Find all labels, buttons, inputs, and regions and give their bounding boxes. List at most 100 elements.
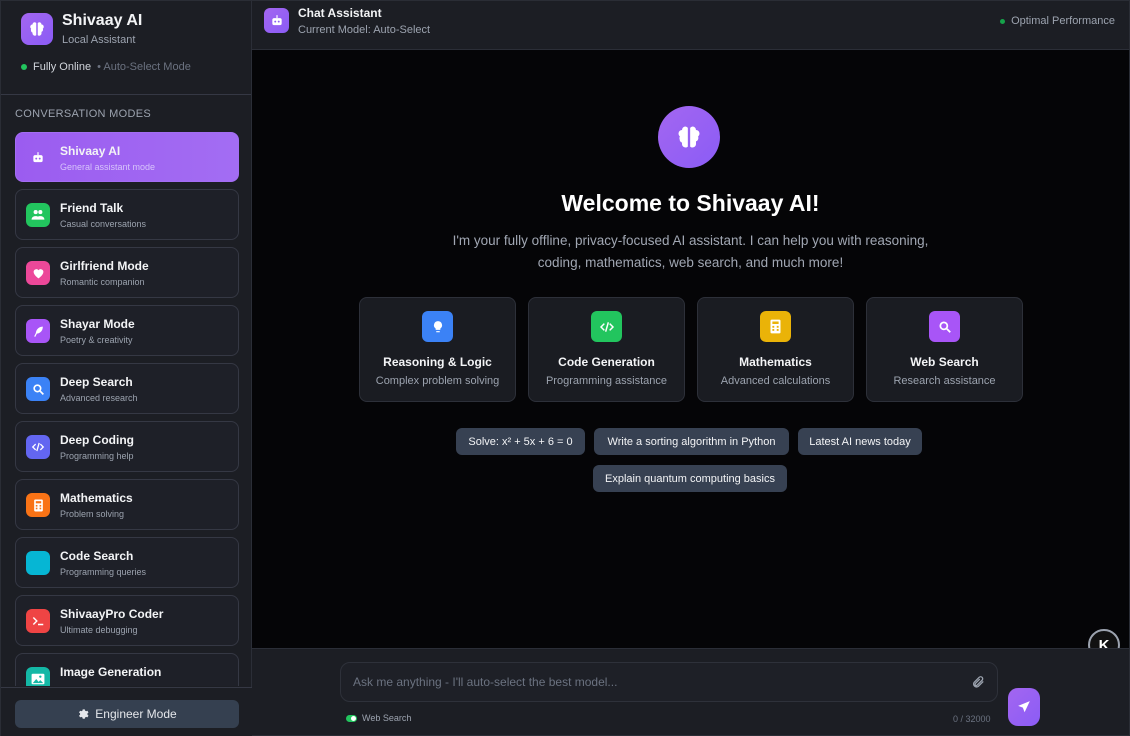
- sidebar-mode-mathematics[interactable]: Mathematics Problem solving: [15, 479, 239, 530]
- feature-desc: Programming assistance: [545, 375, 668, 387]
- welcome-intro-line-2: coding, mathematics, web search, and muc…: [537, 255, 844, 270]
- feature-title: Mathematics: [739, 355, 812, 369]
- lightbulb-icon: [422, 311, 453, 342]
- engineer-mode-label: Engineer Mode: [95, 707, 177, 721]
- mode-name: Girlfriend Mode: [60, 259, 149, 273]
- feature-desc: Research assistance: [893, 375, 996, 387]
- mode-name: Deep Search: [60, 375, 133, 389]
- mode-description: Advanced research: [60, 393, 138, 403]
- character-counter: 0 / 32000: [953, 714, 991, 724]
- feature-card-code[interactable]: Code Generation Programming assistance: [528, 297, 685, 402]
- terminal-icon: [26, 609, 50, 633]
- online-dot-icon: [21, 64, 27, 70]
- users-icon: [26, 203, 50, 227]
- heart-icon: [26, 261, 50, 285]
- search-icon: [929, 311, 960, 342]
- robot-icon: [26, 146, 50, 170]
- gear-icon: [79, 709, 89, 719]
- sidebar-mode-image-generation[interactable]: Image Generation: [15, 653, 239, 686]
- suggestion-chip[interactable]: Latest AI news today: [798, 428, 922, 455]
- toggle-switch-icon[interactable]: [346, 714, 357, 722]
- top-bar: Chat Assistant Current Model: Auto-Selec…: [252, 1, 1129, 50]
- performance-dot-icon: [1000, 18, 1006, 24]
- image-icon: [26, 667, 50, 686]
- sidebar-mode-deep-coding[interactable]: Deep Coding Programming help: [15, 421, 239, 472]
- brain-icon: [21, 13, 53, 45]
- mode-description: Programming help: [60, 451, 134, 461]
- feature-cards: Reasoning & Logic Complex problem solvin…: [359, 297, 1023, 402]
- web-search-label: Web Search: [362, 713, 412, 723]
- code-search-icon: [26, 551, 50, 575]
- feature-title: Code Generation: [558, 355, 655, 369]
- engineer-mode-button[interactable]: Engineer Mode: [15, 700, 239, 728]
- web-search-toggle[interactable]: Web Search: [346, 713, 411, 723]
- send-button[interactable]: [1008, 688, 1040, 726]
- mode-description: Programming queries: [60, 567, 147, 577]
- mode-name: ShivaayPro Coder: [60, 607, 164, 621]
- paperclip-icon[interactable]: [971, 675, 985, 689]
- mode-name: Shayar Mode: [60, 317, 135, 331]
- feature-title: Reasoning & Logic: [383, 355, 492, 369]
- mode-name: Friend Talk: [60, 201, 124, 215]
- sidebar: Shivaay AI Local Assistant Fully Online …: [1, 1, 252, 736]
- chat-area: Welcome to Shivaay AI! I'm your fully of…: [252, 50, 1129, 661]
- mode-description: Ultimate debugging: [60, 625, 138, 635]
- sidebar-mode-shivaaypro-coder[interactable]: ShivaayPro Coder Ultimate debugging: [15, 595, 239, 646]
- mode-description: Poetry & creativity: [60, 335, 133, 345]
- feature-title: Web Search: [910, 355, 979, 369]
- mode-name: Mathematics: [60, 491, 133, 505]
- welcome-intro-line-1: I'm your fully offline, privacy-focused …: [452, 233, 929, 248]
- feature-card-reasoning[interactable]: Reasoning & Logic Complex problem solvin…: [359, 297, 516, 402]
- suggestion-chip[interactable]: Solve: x² + 5x + 6 = 0: [456, 428, 585, 455]
- app-window: Shivaay AI Local Assistant Fully Online …: [0, 0, 1130, 736]
- feature-card-web-search[interactable]: Web Search Research assistance: [866, 297, 1023, 402]
- chat-title: Chat Assistant: [298, 6, 382, 20]
- feature-desc: Advanced calculations: [720, 375, 831, 387]
- welcome-intro: I'm your fully offline, privacy-focused …: [432, 230, 949, 274]
- performance-status: Optimal Performance: [1000, 15, 1115, 27]
- suggestion-chip[interactable]: Write a sorting algorithm in Python: [594, 428, 789, 455]
- brand-name: Shivaay AI: [62, 12, 143, 29]
- feature-card-math[interactable]: Mathematics Advanced calculations: [697, 297, 854, 402]
- mode-name: Shivaay AI: [60, 144, 121, 158]
- sidebar-footer: Engineer Mode: [1, 687, 252, 736]
- mode-description: Problem solving: [60, 509, 125, 519]
- connection-status: Fully Online • Auto-Select Mode: [21, 61, 191, 73]
- feather-icon: [26, 319, 50, 343]
- search-icon: [26, 377, 50, 401]
- mode-name: Deep Coding: [60, 433, 134, 447]
- performance-text: Optimal Performance: [1011, 15, 1115, 27]
- modes-section-title: CONVERSATION MODES: [15, 108, 151, 120]
- brand-header: Shivaay AI Local Assistant Fully Online …: [1, 1, 251, 95]
- sidebar-mode-shayar-mode[interactable]: Shayar Mode Poetry & creativity: [15, 305, 239, 356]
- robot-icon: [264, 8, 289, 33]
- status-mode-text: • Auto-Select Mode: [97, 61, 191, 73]
- code-icon: [26, 435, 50, 459]
- code-icon: [591, 311, 622, 342]
- message-input[interactable]: [353, 663, 953, 701]
- sidebar-mode-shivaay-ai[interactable]: Shivaay AI General assistant mode: [15, 132, 239, 182]
- sidebar-mode-girlfriend-mode[interactable]: Girlfriend Mode Romantic companion: [15, 247, 239, 298]
- status-online-text: Fully Online: [33, 61, 92, 73]
- feature-desc: Complex problem solving: [375, 375, 500, 387]
- mode-description: Romantic companion: [60, 277, 145, 287]
- brain-icon: [658, 106, 720, 168]
- calculator-icon: [26, 493, 50, 517]
- message-input-box: [340, 662, 998, 702]
- sidebar-mode-friend-talk[interactable]: Friend Talk Casual conversations: [15, 189, 239, 240]
- brand-subtitle: Local Assistant: [62, 34, 136, 46]
- current-model: Current Model: Auto-Select: [298, 24, 431, 36]
- mode-description: General assistant mode: [60, 162, 156, 172]
- suggestion-chip[interactable]: Explain quantum computing basics: [593, 465, 787, 492]
- welcome-title: Welcome to Shivaay AI!: [561, 190, 820, 216]
- composer: Web Search 0 / 32000: [252, 648, 1129, 735]
- mode-description: Casual conversations: [60, 219, 147, 229]
- mode-name: Image Generation: [60, 665, 162, 679]
- main-panel: Chat Assistant Current Model: Auto-Selec…: [252, 1, 1129, 735]
- mode-list[interactable]: Shivaay AI General assistant mode Friend T…: [15, 132, 239, 686]
- send-icon: [1018, 701, 1030, 713]
- calculator-icon: [760, 311, 791, 342]
- sidebar-mode-code-search[interactable]: Code Search Programming queries: [15, 537, 239, 588]
- sidebar-mode-deep-search[interactable]: Deep Search Advanced research: [15, 363, 239, 414]
- mode-name: Code Search: [60, 549, 134, 563]
